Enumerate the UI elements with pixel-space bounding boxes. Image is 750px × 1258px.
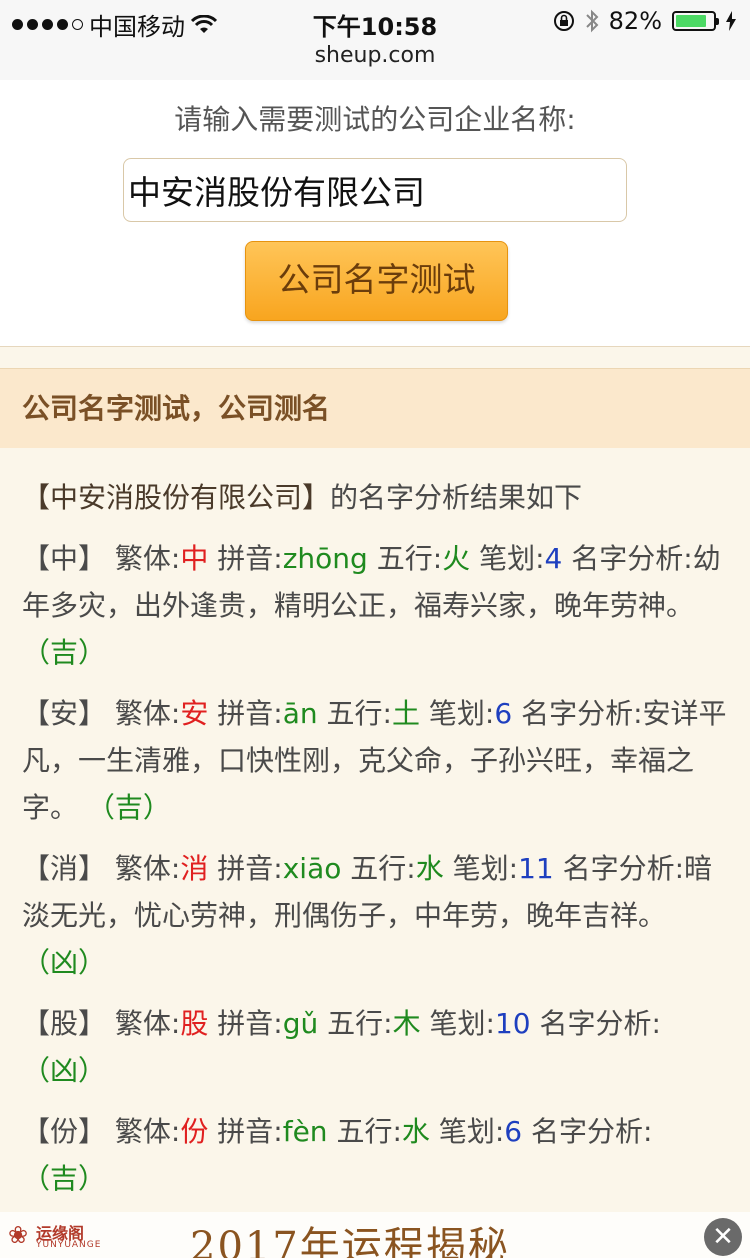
analysis-label: 名字分析: xyxy=(521,697,643,730)
analysis-label: 名字分析: xyxy=(531,1115,653,1148)
company-name-form: 请输入需要测试的公司企业名称: 公司名字测试 xyxy=(0,80,750,347)
strokes-value: 10 xyxy=(494,1007,531,1040)
company-name-test-button[interactable]: 公司名字测试 xyxy=(245,241,508,321)
element-label: 五行: xyxy=(326,697,392,730)
char-analysis-item: 【股】 繁体:股 拼音:gǔ 五行:木 笔划:10 名字分析: （凶） xyxy=(22,1000,734,1094)
element-label: 五行: xyxy=(376,542,443,575)
pinyin-value: zhōng xyxy=(282,542,368,575)
url-domain: sheup.com xyxy=(314,43,436,68)
ad-logo-en: YUNYUANGE xyxy=(36,1240,102,1250)
element-value: 土 xyxy=(391,697,420,730)
pinyin-label: 拼音: xyxy=(217,1007,283,1040)
char-bracket: 【股】 xyxy=(22,1007,107,1040)
traditional-label: 繁体: xyxy=(114,1115,181,1148)
input-prompt: 请输入需要测试的公司企业名称: xyxy=(174,103,576,136)
traditional-char: 消 xyxy=(180,852,209,885)
pinyin-label: 拼音: xyxy=(217,697,283,730)
battery-icon xyxy=(672,11,719,31)
traditional-char: 安 xyxy=(180,697,209,730)
ad-logo: ❀ 运缘阁 YUNYUANGE xyxy=(8,1218,108,1254)
element-value: 水 xyxy=(415,852,444,885)
element-value: 水 xyxy=(401,1115,430,1148)
element-label: 五行: xyxy=(327,1007,393,1040)
traditional-label: 繁体: xyxy=(114,542,181,575)
intro-suffix: 的名字分析结果如下 xyxy=(330,481,583,514)
char-analysis-list: 【中】 繁体:中 拼音:zhōng 五行:火 笔划:4 名字分析:幼年多灾，出外… xyxy=(22,535,734,1202)
bluetooth-icon xyxy=(585,9,599,33)
verdict: （凶） xyxy=(22,946,107,979)
char-bracket: 【安】 xyxy=(22,697,107,730)
analysis-label: 名字分析: xyxy=(562,852,685,885)
analysis-label: 名字分析: xyxy=(539,1007,661,1040)
char-analysis-item: 【份】 繁体:份 拼音:fèn 五行:水 笔划:6 名字分析: （吉） xyxy=(22,1108,734,1202)
url-bar[interactable]: sheup.com xyxy=(0,44,750,81)
strokes-label: 笔划: xyxy=(438,1115,505,1148)
strokes-label: 笔划: xyxy=(428,697,495,730)
element-label: 五行: xyxy=(336,1115,402,1148)
strokes-label: 笔划: xyxy=(479,542,545,575)
element-value: 木 xyxy=(392,1007,421,1040)
strokes-value: 11 xyxy=(518,852,554,885)
verdict: （凶） xyxy=(22,1054,107,1087)
traditional-label: 繁体: xyxy=(114,852,181,885)
battery-percent: 82% xyxy=(608,7,662,35)
close-icon[interactable]: ✕ xyxy=(704,1218,742,1256)
result-content: 【中安消股份有限公司】的名字分析结果如下 【中】 繁体:中 拼音:zhōng 五… xyxy=(22,474,734,1216)
ad-title: 2017年运程揭秘 xyxy=(190,1224,510,1258)
analysis-label: 名字分析: xyxy=(571,542,693,575)
verdict: （吉） xyxy=(22,1162,107,1195)
char-bracket: 【份】 xyxy=(22,1115,107,1148)
rotation-lock-icon xyxy=(553,11,574,31)
ad-banner[interactable]: ❀ 运缘阁 YUNYUANGE 2017年运程揭秘 ✕ xyxy=(0,1212,750,1258)
pinyin-value: fèn xyxy=(282,1115,328,1148)
pinyin-value: xiāo xyxy=(282,852,342,885)
status-bar: 中国移动 下午10:58 82% xyxy=(0,0,750,44)
pinyin-label: 拼音: xyxy=(217,1115,283,1148)
traditional-label: 繁体: xyxy=(114,697,181,730)
strokes-value: 6 xyxy=(494,697,513,730)
traditional-char: 份 xyxy=(180,1115,209,1148)
pinyin-label: 拼音: xyxy=(217,852,283,885)
company-name-input[interactable] xyxy=(123,158,627,222)
char-analysis-item: 【中】 繁体:中 拼音:zhōng 五行:火 笔划:4 名字分析:幼年多灾，出外… xyxy=(22,535,734,676)
verdict: （吉） xyxy=(86,791,171,824)
pinyin-label: 拼音: xyxy=(217,542,283,575)
traditional-label: 繁体: xyxy=(114,1007,181,1040)
strokes-value: 6 xyxy=(504,1115,523,1148)
section-title: 公司名字测试，公司测名 xyxy=(0,368,750,448)
pinyin-value: gǔ xyxy=(282,1007,319,1040)
element-label: 五行: xyxy=(350,852,416,885)
strokes-label: 笔划: xyxy=(452,852,519,885)
strokes-label: 笔划: xyxy=(429,1007,495,1040)
char-analysis-item: 【消】 繁体:消 拼音:xiāo 五行:水 笔划:11 名字分析:暗淡无光，忧心… xyxy=(22,845,734,986)
char-analysis-item: 【安】 繁体:安 拼音:ān 五行:土 笔划:6 名字分析:安详平凡，一生清雅，… xyxy=(22,690,734,831)
company-name-bracketed: 【中安消股份有限公司】 xyxy=(22,481,331,514)
char-bracket: 【中】 xyxy=(22,542,107,575)
verdict: （吉） xyxy=(22,636,107,669)
result-intro: 【中安消股份有限公司】的名字分析结果如下 xyxy=(22,474,734,521)
traditional-char: 股 xyxy=(180,1007,209,1040)
element-value: 火 xyxy=(442,542,471,575)
traditional-char: 中 xyxy=(180,542,209,575)
lotus-icon: ❀ xyxy=(8,1221,29,1249)
char-bracket: 【消】 xyxy=(22,852,107,885)
charging-icon xyxy=(726,11,736,31)
strokes-value: 4 xyxy=(544,542,563,575)
pinyin-value: ān xyxy=(282,697,318,730)
